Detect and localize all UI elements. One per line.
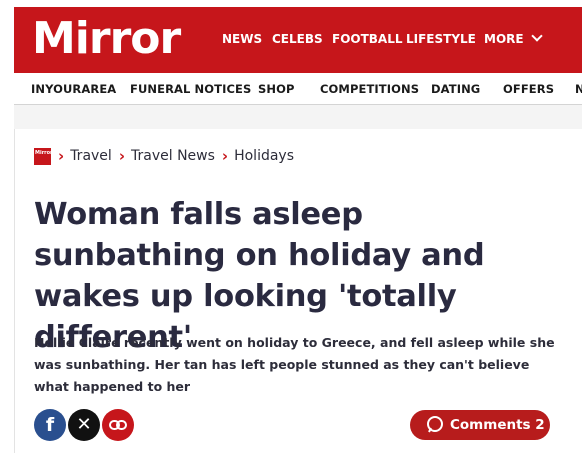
nav-lifestyle[interactable]: LIFESTYLE <box>406 32 476 46</box>
link-icon <box>109 420 127 430</box>
subnav-competitions[interactable]: COMPETITIONS <box>320 82 419 96</box>
site-header: Mirror NEWS CELEBS FOOTBALL LIFESTYLE MO… <box>14 7 582 73</box>
facebook-icon: f <box>45 413 55 436</box>
nav-news[interactable]: NEWS <box>222 32 262 46</box>
ad-band <box>14 105 582 129</box>
nav-more[interactable]: MORE <box>484 30 543 46</box>
comments-label: Comments 2 <box>450 417 545 433</box>
nav-more-label: MORE <box>484 32 524 46</box>
chevron-right-icon: › <box>118 147 125 165</box>
mirror-logo[interactable]: Mirror <box>32 13 181 65</box>
speech-bubble-icon <box>427 416 443 433</box>
copy-link-button[interactable] <box>102 409 134 441</box>
share-x-button[interactable]: ✕ <box>68 409 100 441</box>
chevron-right-icon: › <box>221 147 229 165</box>
breadcrumb-holidays[interactable]: Holidays <box>234 148 294 164</box>
secondary-nav: INYOURAREA FUNERAL NOTICES SHOP COMPETIT… <box>14 73 582 105</box>
top-strip <box>0 0 582 7</box>
subnav-offers[interactable]: OFFERS <box>503 82 554 96</box>
x-icon: ✕ <box>76 414 92 435</box>
subnav-inyourarea[interactable]: INYOURAREA <box>31 82 116 96</box>
chevron-down-icon <box>530 30 543 42</box>
chevron-right-icon: › <box>58 147 65 165</box>
breadcrumb-travel-news[interactable]: Travel News <box>131 148 215 164</box>
subnav-shop[interactable]: SHOP <box>258 82 295 96</box>
breadcrumb-logo-icon[interactable]: Mirror <box>34 147 51 165</box>
subnav-dating[interactable]: DATING <box>431 82 480 96</box>
left-divider <box>14 129 15 453</box>
comments-button[interactable]: Comments 2 <box>410 410 550 440</box>
share-facebook-button[interactable]: f <box>34 409 66 441</box>
subnav-funeral-notices[interactable]: FUNERAL NOTICES <box>130 82 251 96</box>
subnav-more-cut[interactable]: N <box>575 82 582 96</box>
breadcrumb-travel[interactable]: Travel <box>70 148 112 164</box>
article-standfirst: Hollie Claire recently went on holiday t… <box>34 335 555 394</box>
nav-football[interactable]: FOOTBALL <box>332 32 403 46</box>
nav-celebs[interactable]: CELEBS <box>272 32 323 46</box>
breadcrumb: Mirror › Travel › Travel News › Holidays <box>34 146 294 166</box>
